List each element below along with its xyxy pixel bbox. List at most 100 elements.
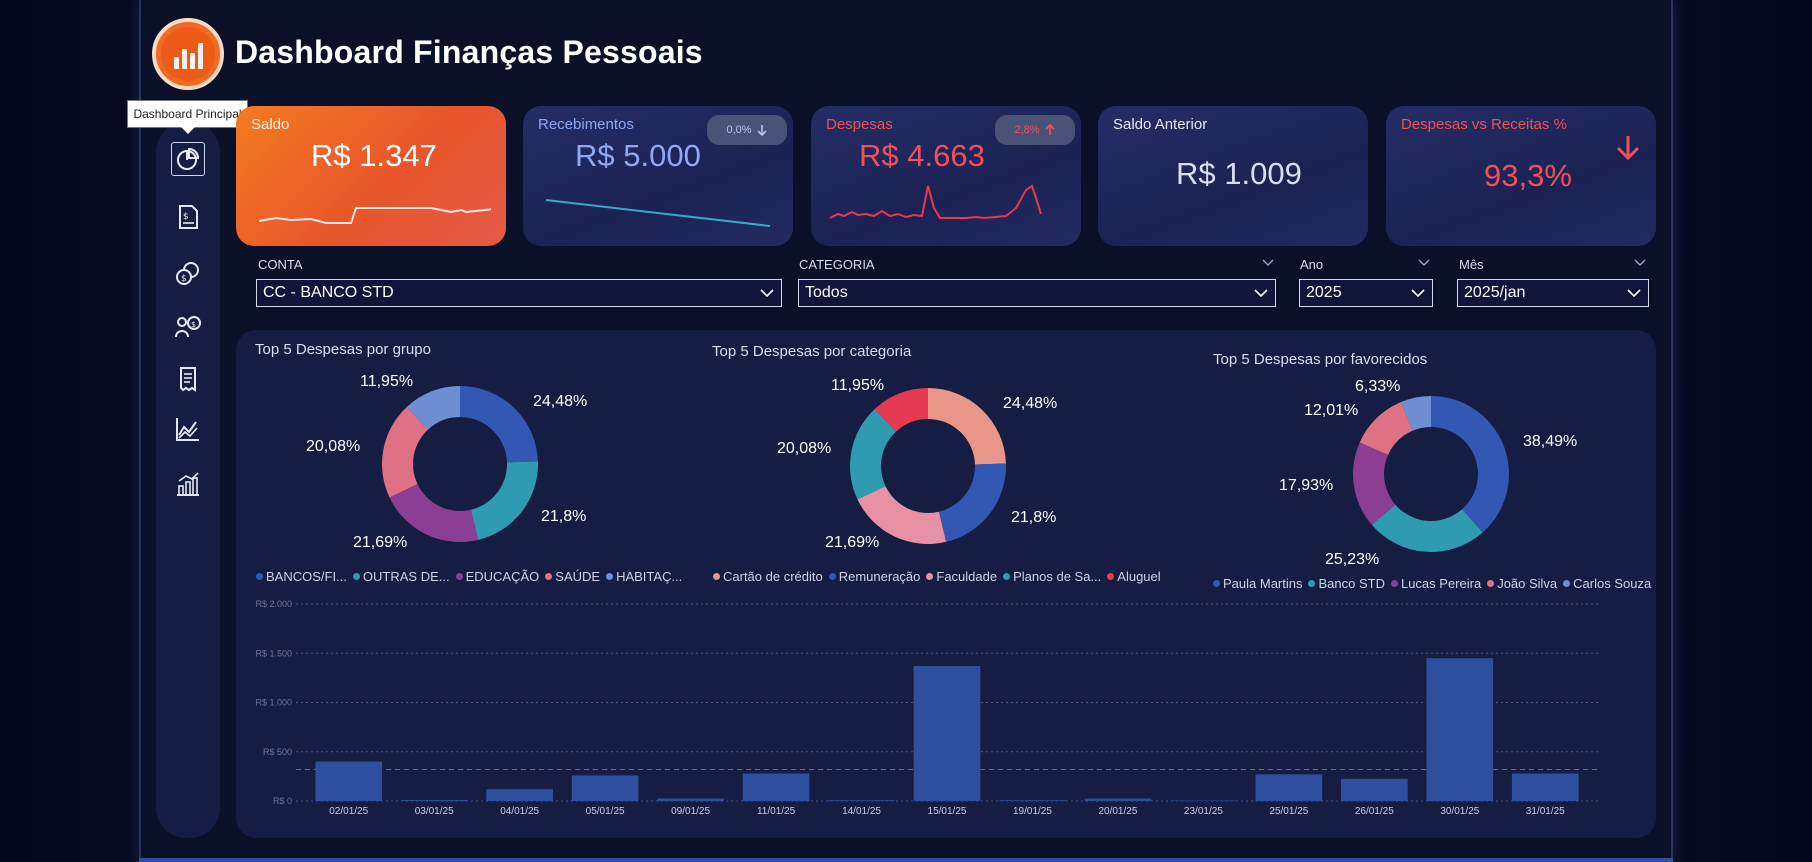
- bar[interactable]: [913, 666, 981, 801]
- kpi-value: R$ 5.000: [575, 138, 701, 173]
- donut-data-label: 24,48%: [533, 393, 588, 410]
- bar[interactable]: [315, 761, 383, 801]
- nav-tooltip: Dashboard Principal: [127, 100, 248, 134]
- kpi-value: 93,3%: [1484, 158, 1572, 193]
- bar[interactable]: [400, 800, 468, 801]
- chevron-down-icon[interactable]: [1262, 259, 1274, 267]
- legend-item[interactable]: Carlos Souza: [1563, 576, 1651, 591]
- donut-data-label: 20,08%: [777, 440, 832, 457]
- donut-chart-grupo[interactable]: [375, 379, 545, 549]
- chevron-down-icon[interactable]: [1634, 259, 1646, 267]
- y-tick-label: R$ 1.000: [255, 698, 292, 708]
- kpi-card-recebimentos[interactable]: Recebimentos R$ 5.000 0,0%: [523, 106, 793, 246]
- legend-item[interactable]: SAÚDE: [545, 569, 600, 584]
- donut-chart-categoria[interactable]: [843, 381, 1013, 551]
- donut-data-label: 17,93%: [1279, 477, 1334, 494]
- kpi-label: Recebimentos: [538, 116, 634, 133]
- legend-item[interactable]: EDUCAÇÃO: [455, 569, 540, 584]
- receipt-icon: [180, 367, 196, 392]
- x-tick-label: 15/01/25: [928, 806, 967, 817]
- donut-data-label: 21,8%: [541, 508, 587, 525]
- legend-dot: [1487, 580, 1495, 587]
- donut-title-grupo: Top 5 Despesas por grupo: [255, 341, 431, 358]
- legend-item[interactable]: João Silva: [1487, 576, 1557, 591]
- svg-text:$: $: [183, 212, 189, 222]
- x-tick-label: 26/01/25: [1355, 806, 1394, 817]
- legend-label: Lucas Pereira: [1400, 576, 1482, 591]
- donut-legend-favorecidos: Paula Martins Banco STD Lucas Pereira João …: [1213, 576, 1651, 591]
- donut-slice[interactable]: [1431, 396, 1509, 533]
- kpi-card-saldo-anterior[interactable]: Saldo Anterior R$ 1.009: [1098, 106, 1368, 246]
- filter-label-ano: Ano: [1300, 257, 1324, 272]
- donut-slice[interactable]: [470, 461, 538, 540]
- kpi-label: Despesas: [826, 116, 893, 133]
- legend-dot: [455, 573, 463, 580]
- donut-slice[interactable]: [928, 388, 1006, 465]
- kpi-card-saldo[interactable]: Saldo R$ 1.347: [236, 106, 506, 246]
- donut-data-label: 11,95%: [360, 373, 414, 390]
- donut-data-label: 11,95%: [831, 377, 885, 394]
- bar[interactable]: [1084, 798, 1152, 801]
- coins-icon: $: [176, 262, 199, 285]
- donut-legend-categoria: Cartão de crédito Remuneração Faculdade Pla…: [713, 569, 1161, 584]
- variation-badge: 2,8%: [995, 115, 1075, 145]
- nav-analise[interactable]: [171, 467, 205, 501]
- legend-dot: [606, 573, 614, 580]
- bar[interactable]: [999, 800, 1066, 801]
- legend-item[interactable]: BANCOS/FI...: [256, 569, 347, 584]
- page-title: Dashboard Finanças Pessoais: [235, 34, 703, 70]
- legend-item[interactable]: Banco STD: [1308, 576, 1385, 591]
- bar[interactable]: [571, 775, 639, 801]
- legend-item[interactable]: OUTRAS DE...: [352, 569, 450, 584]
- nav-despesas[interactable]: $: [171, 256, 205, 290]
- chevron-down-icon: [1627, 289, 1641, 298]
- legend-item[interactable]: Lucas Pereira: [1390, 576, 1482, 591]
- chevron-down-icon: [1411, 289, 1425, 298]
- x-tick-label: 25/01/25: [1269, 806, 1308, 817]
- bar[interactable]: [1511, 773, 1579, 801]
- bar[interactable]: [657, 798, 724, 801]
- legend-label: EDUCAÇÃO: [465, 569, 540, 584]
- x-tick-label: 11/01/25: [757, 806, 796, 817]
- legend-item[interactable]: Remuneração: [828, 569, 921, 584]
- screen-background: Dashboard Finanças Pessoais $ $ $ Dashbo…: [0, 0, 1812, 862]
- legend-item[interactable]: HABITAÇ...: [606, 569, 682, 584]
- nav-dashboard-principal[interactable]: [171, 142, 205, 176]
- kpi-card-despesas-vs-receitas[interactable]: Despesas vs Receitas % 93,3%: [1386, 106, 1656, 246]
- donut-title-categoria: Top 5 Despesas por categoria: [712, 343, 912, 360]
- nav-favorecidos[interactable]: $: [171, 310, 205, 344]
- donut-slice[interactable]: [460, 386, 538, 463]
- daily-expenses-bar-chart[interactable]: R$ 0 R$ 500 R$ 1.000 R$ 1.500 R$ 2.000 02/01/…: [236, 596, 1656, 828]
- x-tick-label: 20/01/25: [1098, 806, 1137, 817]
- arrow-down-icon: [756, 125, 767, 136]
- legend-item[interactable]: Faculdade: [926, 569, 997, 584]
- legend-dot: [926, 573, 934, 580]
- mes-select[interactable]: 2025/jan: [1457, 279, 1649, 307]
- donut-slice[interactable]: [938, 463, 1006, 542]
- legend-item[interactable]: Paula Martins: [1213, 576, 1302, 591]
- donut-chart-favorecidos[interactable]: [1346, 389, 1516, 559]
- legend-item[interactable]: Cartão de crédito: [713, 569, 823, 584]
- bar[interactable]: [1341, 778, 1408, 801]
- bar[interactable]: [486, 789, 553, 801]
- bar[interactable]: [1426, 658, 1494, 801]
- ano-select[interactable]: 2025: [1299, 279, 1433, 307]
- nav-evolucao[interactable]: [171, 412, 205, 446]
- saldo-sparkline: [258, 207, 491, 224]
- nav-extrato[interactable]: [171, 362, 205, 396]
- chevron-down-icon[interactable]: [1418, 259, 1430, 267]
- legend-label: BANCOS/FI...: [266, 569, 347, 584]
- legend-label: Planos de Sa...: [1013, 569, 1102, 584]
- bar[interactable]: [742, 773, 810, 801]
- legend-dot: [545, 573, 553, 580]
- legend-item[interactable]: Planos de Sa...: [1003, 569, 1101, 584]
- legend-item[interactable]: Aluguel: [1107, 569, 1161, 584]
- nav-receitas[interactable]: $: [171, 200, 205, 234]
- select-value: 2025: [1306, 284, 1342, 301]
- bar[interactable]: [1255, 774, 1323, 801]
- bar[interactable]: [828, 800, 895, 801]
- kpi-card-despesas[interactable]: Despesas R$ 4.663 2,8%: [811, 106, 1081, 246]
- conta-select[interactable]: CC - BANCO STD: [256, 279, 782, 307]
- legend-label: Remuneração: [838, 569, 921, 584]
- categoria-select[interactable]: Todos: [798, 279, 1276, 307]
